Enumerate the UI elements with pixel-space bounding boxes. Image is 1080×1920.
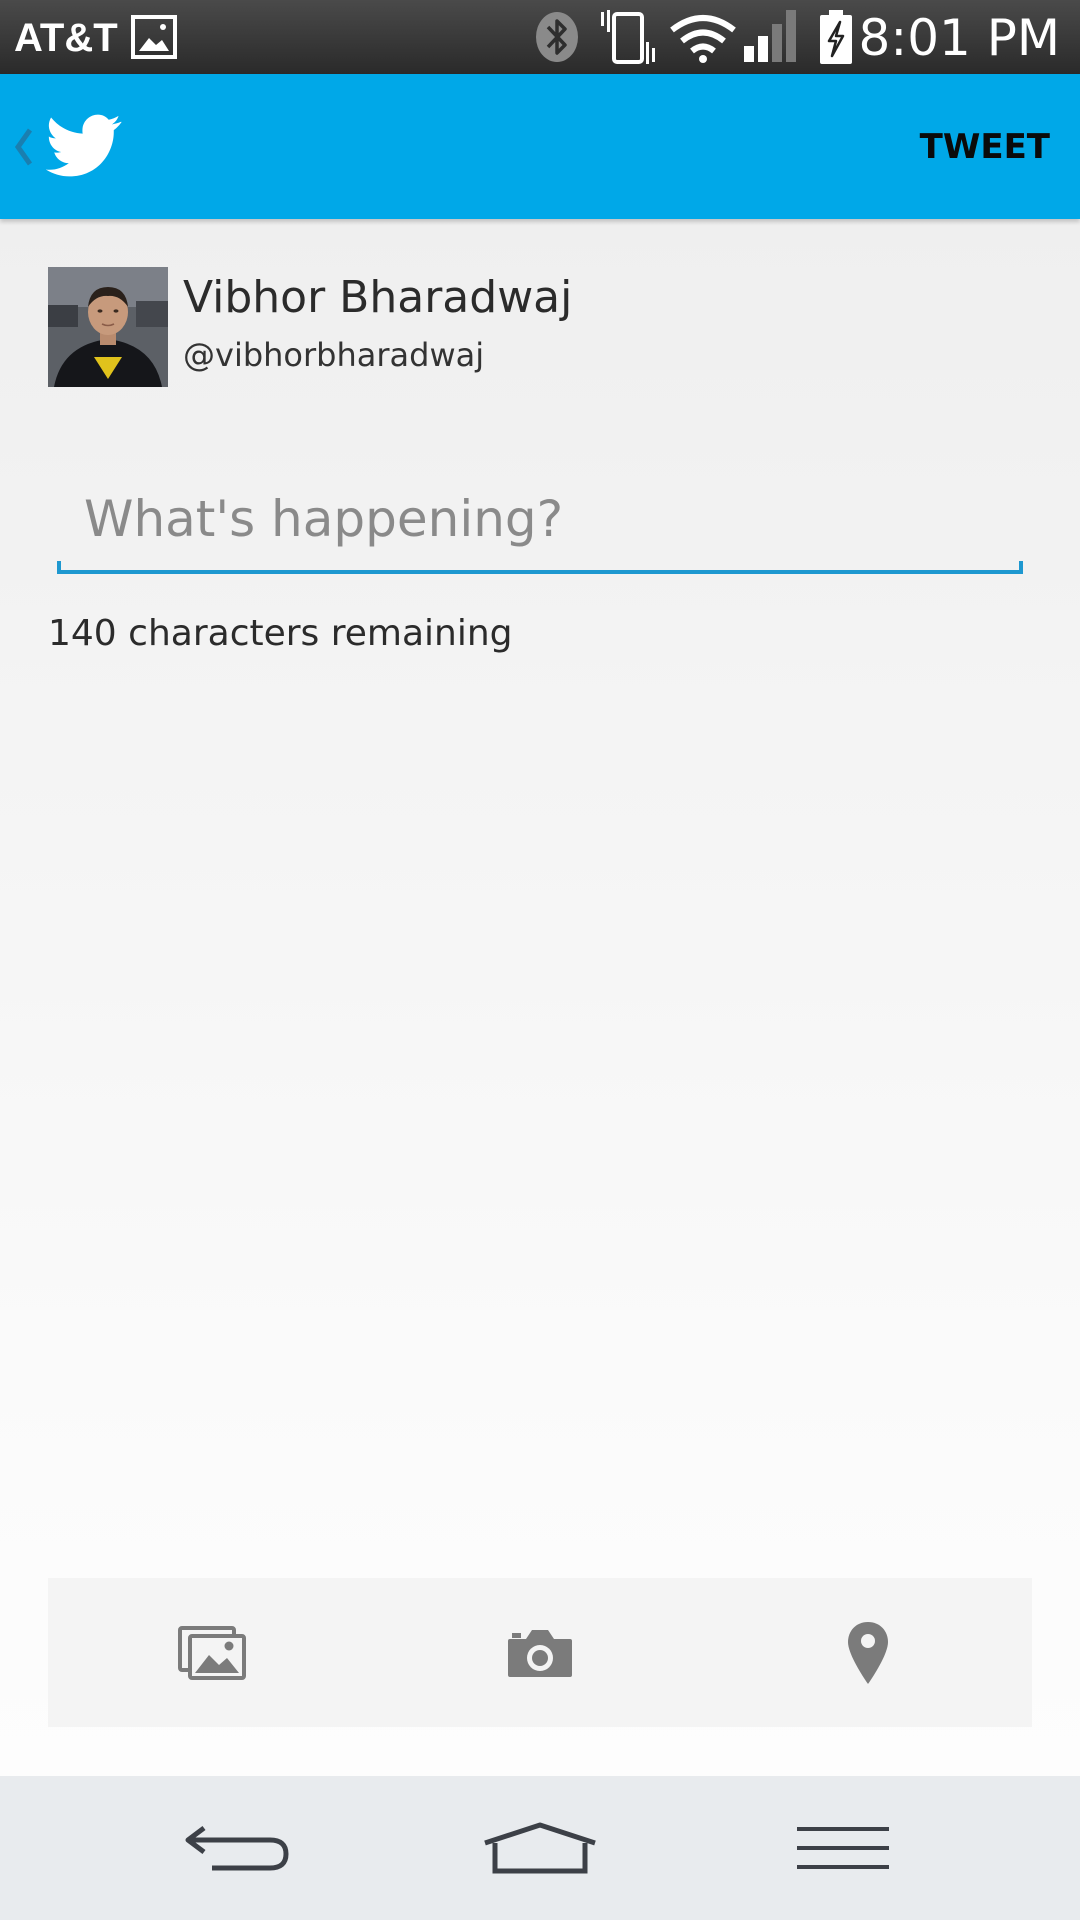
gallery-icon xyxy=(131,15,177,59)
status-bar: AT&T 8:01 PM xyxy=(0,0,1080,74)
home-icon xyxy=(484,1822,596,1874)
up-navigation-button[interactable] xyxy=(0,74,140,219)
account-display-name: Vibhor Bharadwaj xyxy=(183,272,573,323)
bluetooth-icon xyxy=(536,12,578,62)
avatar-photo xyxy=(48,267,168,387)
wifi-icon xyxy=(670,15,736,63)
nav-menu-button[interactable] xyxy=(743,1776,943,1920)
avatar xyxy=(48,267,168,387)
tweet-button[interactable]: TWEET xyxy=(916,114,1054,180)
characters-remaining-counter: 140 characters remaining xyxy=(48,613,513,654)
status-clock: 8:01 PM xyxy=(858,9,1060,67)
back-icon xyxy=(185,1826,289,1871)
carrier-label: AT&T xyxy=(14,16,118,60)
signal-icon xyxy=(744,10,796,62)
account-handle: @vibhorbharadwaj xyxy=(183,336,485,374)
nav-home-button[interactable] xyxy=(440,1776,640,1920)
add-photo-button[interactable] xyxy=(48,1578,376,1727)
location-pin-icon xyxy=(848,1621,888,1684)
twitter-bird-icon xyxy=(46,114,122,177)
take-photo-button[interactable] xyxy=(376,1578,704,1727)
attachment-toolbar xyxy=(48,1578,1032,1727)
input-underline xyxy=(57,561,1023,574)
back-chevron-icon xyxy=(14,128,33,166)
nav-back-button[interactable] xyxy=(137,1776,337,1920)
battery-charging-icon xyxy=(820,10,852,64)
add-location-button[interactable] xyxy=(704,1578,1032,1727)
tweet-text-input[interactable] xyxy=(58,475,1022,563)
photo-gallery-icon xyxy=(178,1625,246,1680)
system-navigation-bar xyxy=(0,1776,1080,1920)
camera-icon xyxy=(508,1629,572,1677)
compose-area: Vibhor Bharadwaj @vibhorbharadwaj 140 ch… xyxy=(0,219,1080,1776)
vibrate-icon xyxy=(601,10,655,64)
app-bar: TWEET xyxy=(0,74,1080,219)
menu-icon xyxy=(797,1827,889,1869)
